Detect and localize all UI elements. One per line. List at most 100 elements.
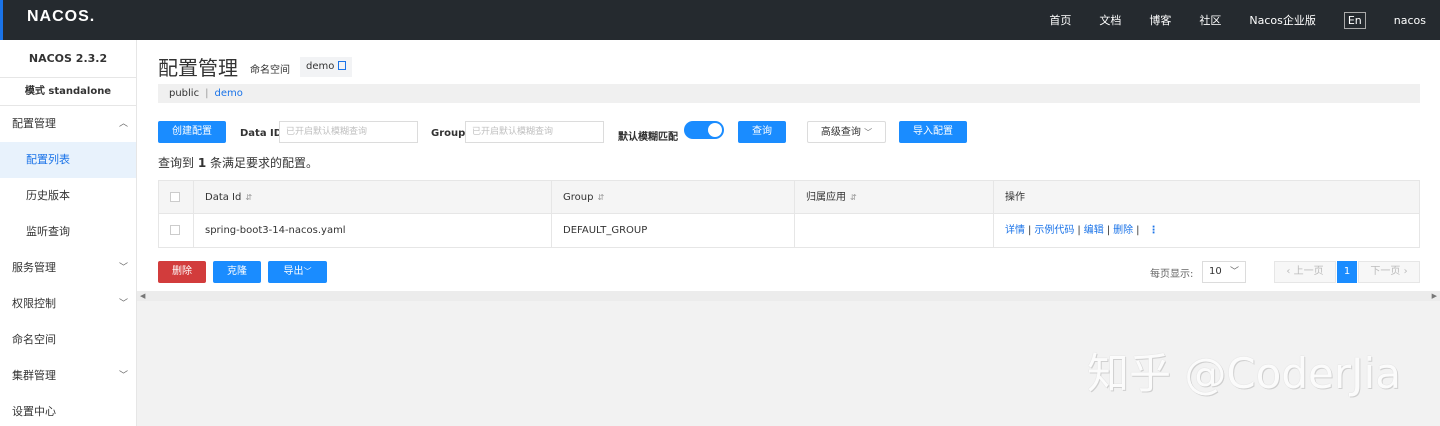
sidebar-item-label: 集群管理 (12, 369, 56, 382)
delete-link[interactable]: 删除 (1113, 225, 1133, 236)
sidebar-item-namespace[interactable]: 命名空间 (0, 322, 136, 358)
sidebar-item-label: 配置管理 (12, 117, 56, 130)
sample-code-link[interactable]: 示例代码 (1034, 225, 1074, 236)
group-input[interactable]: 已开启默认模糊查询 (465, 121, 604, 143)
config-table: Data Id ⇵ Group ⇵ 归属应用 ⇵ 操作 spring-boot3-14… (158, 180, 1420, 248)
nav-docs[interactable]: 文档 (1099, 12, 1121, 28)
scroll-left-icon[interactable]: ◀ (140, 291, 145, 301)
cell-group: DEFAULT_GROUP (552, 214, 795, 247)
horizontal-scrollbar[interactable]: ◀ ▶ (137, 291, 1440, 301)
sidebar-item-label: 历史版本 (26, 189, 70, 202)
fuzzy-match-label: 默认模糊匹配 (618, 132, 678, 143)
result-count: 1 (197, 156, 207, 170)
chevron-down-icon: ﹀ (864, 128, 873, 137)
sidebar-item-label: 配置列表 (26, 153, 70, 166)
namespace-public-link[interactable]: public (169, 88, 199, 99)
sidebar-item-access-control[interactable]: 权限控制 ﹀ (0, 286, 136, 322)
sidebar-item-history[interactable]: 历史版本 (0, 178, 136, 214)
advanced-query-label: 高级查询 (820, 127, 861, 138)
dataid-label: Data ID (240, 128, 283, 139)
page-size-select[interactable]: 10 ﹀ (1202, 261, 1246, 283)
cell-app (795, 214, 994, 247)
op-separator: | (1106, 225, 1111, 236)
sort-icon[interactable]: ⇵ (597, 193, 604, 202)
sidebar-item-label: 服务管理 (12, 261, 56, 274)
cell-operations: 详情 | 示例代码 | 编辑 | 删除 | ⋮ (994, 214, 1419, 247)
copy-icon[interactable] (338, 61, 347, 70)
nav-blog[interactable]: 博客 (1149, 12, 1171, 28)
sort-icon[interactable]: ⇵ (245, 193, 252, 202)
nacos-logo[interactable]: NACOS. (27, 8, 95, 26)
advanced-query-button[interactable]: 高级查询 ﹀ (807, 121, 886, 143)
sidebar-item-cluster-management[interactable]: 集群管理 ﹀ (0, 358, 136, 394)
user-menu[interactable]: nacos (1394, 14, 1426, 27)
op-separator: | (1028, 225, 1032, 236)
detail-link[interactable]: 详情 (1005, 225, 1025, 236)
language-switch[interactable]: En (1343, 11, 1366, 29)
row-checkbox[interactable] (170, 225, 180, 235)
batch-delete-button[interactable]: 删除 (158, 261, 206, 283)
page-title: 配置管理 (158, 56, 238, 80)
mode-label: 模式 standalone (0, 78, 136, 106)
scroll-right-icon[interactable]: ▶ (1432, 291, 1437, 301)
page-size-value: 10 (1209, 266, 1222, 277)
namespace-demo-link[interactable]: demo (214, 88, 242, 99)
next-page-button[interactable]: 下一页 › (1358, 261, 1420, 283)
breadcrumb-separator: | (205, 88, 209, 99)
chevron-down-icon: ﹀ (1229, 267, 1239, 277)
sidebar-item-label: 权限控制 (12, 297, 56, 310)
column-header-operations: 操作 (994, 181, 1419, 214)
sidebar: NACOS 2.3.2 模式 standalone 配置管理 ︿ 配置列表 历史… (0, 40, 137, 426)
prev-page-button[interactable]: ‹ 上一页 (1274, 261, 1336, 283)
column-header-group[interactable]: Group ⇵ (552, 181, 795, 214)
group-label: Group (431, 128, 466, 139)
result-suffix: 条满足要求的配置。 (210, 156, 319, 170)
page-number-current[interactable]: 1 (1337, 261, 1357, 283)
sidebar-item-listener-query[interactable]: 监听查询 (0, 214, 136, 250)
sidebar-item-config-management[interactable]: 配置管理 ︿ (0, 106, 136, 142)
column-label: Data Id (205, 192, 242, 203)
row-select-cell (159, 214, 194, 247)
op-separator: | (1077, 225, 1081, 236)
select-all-cell (159, 181, 194, 214)
result-prefix: 查询到 (158, 156, 195, 170)
namespace-label: 命名空间 (250, 65, 290, 76)
query-button[interactable]: 查询 (738, 121, 786, 143)
op-separator: | (1136, 225, 1140, 236)
edit-link[interactable]: 编辑 (1084, 225, 1104, 236)
result-summary: 查询到 1 条满足要求的配置。 (158, 154, 318, 171)
dataid-input[interactable]: 已开启默认模糊查询 (279, 121, 418, 143)
chevron-down-icon: ﹀ (118, 371, 128, 381)
next-page-label: 下一页 (1370, 266, 1401, 277)
more-vertical-icon[interactable]: ⋮ (1149, 225, 1159, 236)
sidebar-item-service-management[interactable]: 服务管理 ﹀ (0, 250, 136, 286)
nav-enterprise[interactable]: Nacos企业版 (1249, 12, 1315, 28)
create-config-button[interactable]: 创建配置 (158, 121, 226, 143)
nav-home[interactable]: 首页 (1049, 12, 1071, 28)
column-header-dataid[interactable]: Data Id ⇵ (194, 181, 552, 214)
cell-dataid: spring-boot3-14-nacos.yaml (194, 214, 552, 247)
top-navbar: NACOS. 首页 文档 博客 社区 Nacos企业版 En nacos (0, 0, 1440, 40)
column-label: Group (563, 192, 594, 203)
namespace-value: demo (306, 61, 335, 72)
sort-icon[interactable]: ⇵ (850, 193, 857, 202)
fuzzy-match-toggle[interactable] (684, 121, 724, 139)
nav-community[interactable]: 社区 (1199, 12, 1221, 28)
import-config-button[interactable]: 导入配置 (899, 121, 967, 143)
sidebar-item-label: 命名空间 (12, 333, 56, 346)
namespace-breadcrumb: public | demo (158, 84, 1420, 103)
page-size-label: 每页显示: (1150, 269, 1194, 280)
namespace-chip: demo (300, 57, 353, 77)
sidebar-item-config-list[interactable]: 配置列表 (0, 142, 136, 178)
clone-button[interactable]: 克隆 (213, 261, 261, 283)
export-button[interactable]: 导出﹀ (268, 261, 327, 283)
chevron-down-icon: ﹀ (303, 267, 312, 276)
chevron-down-icon: ﹀ (118, 263, 128, 273)
column-label: 操作 (1005, 192, 1025, 203)
sidebar-item-settings[interactable]: 设置中心 (0, 394, 136, 426)
prev-page-label: 上一页 (1293, 266, 1324, 277)
select-all-checkbox[interactable] (170, 192, 180, 202)
column-header-app[interactable]: 归属应用 ⇵ (795, 181, 994, 214)
table-header-row: Data Id ⇵ Group ⇵ 归属应用 ⇵ 操作 (159, 181, 1419, 214)
version-label: NACOS 2.3.2 (0, 40, 136, 78)
